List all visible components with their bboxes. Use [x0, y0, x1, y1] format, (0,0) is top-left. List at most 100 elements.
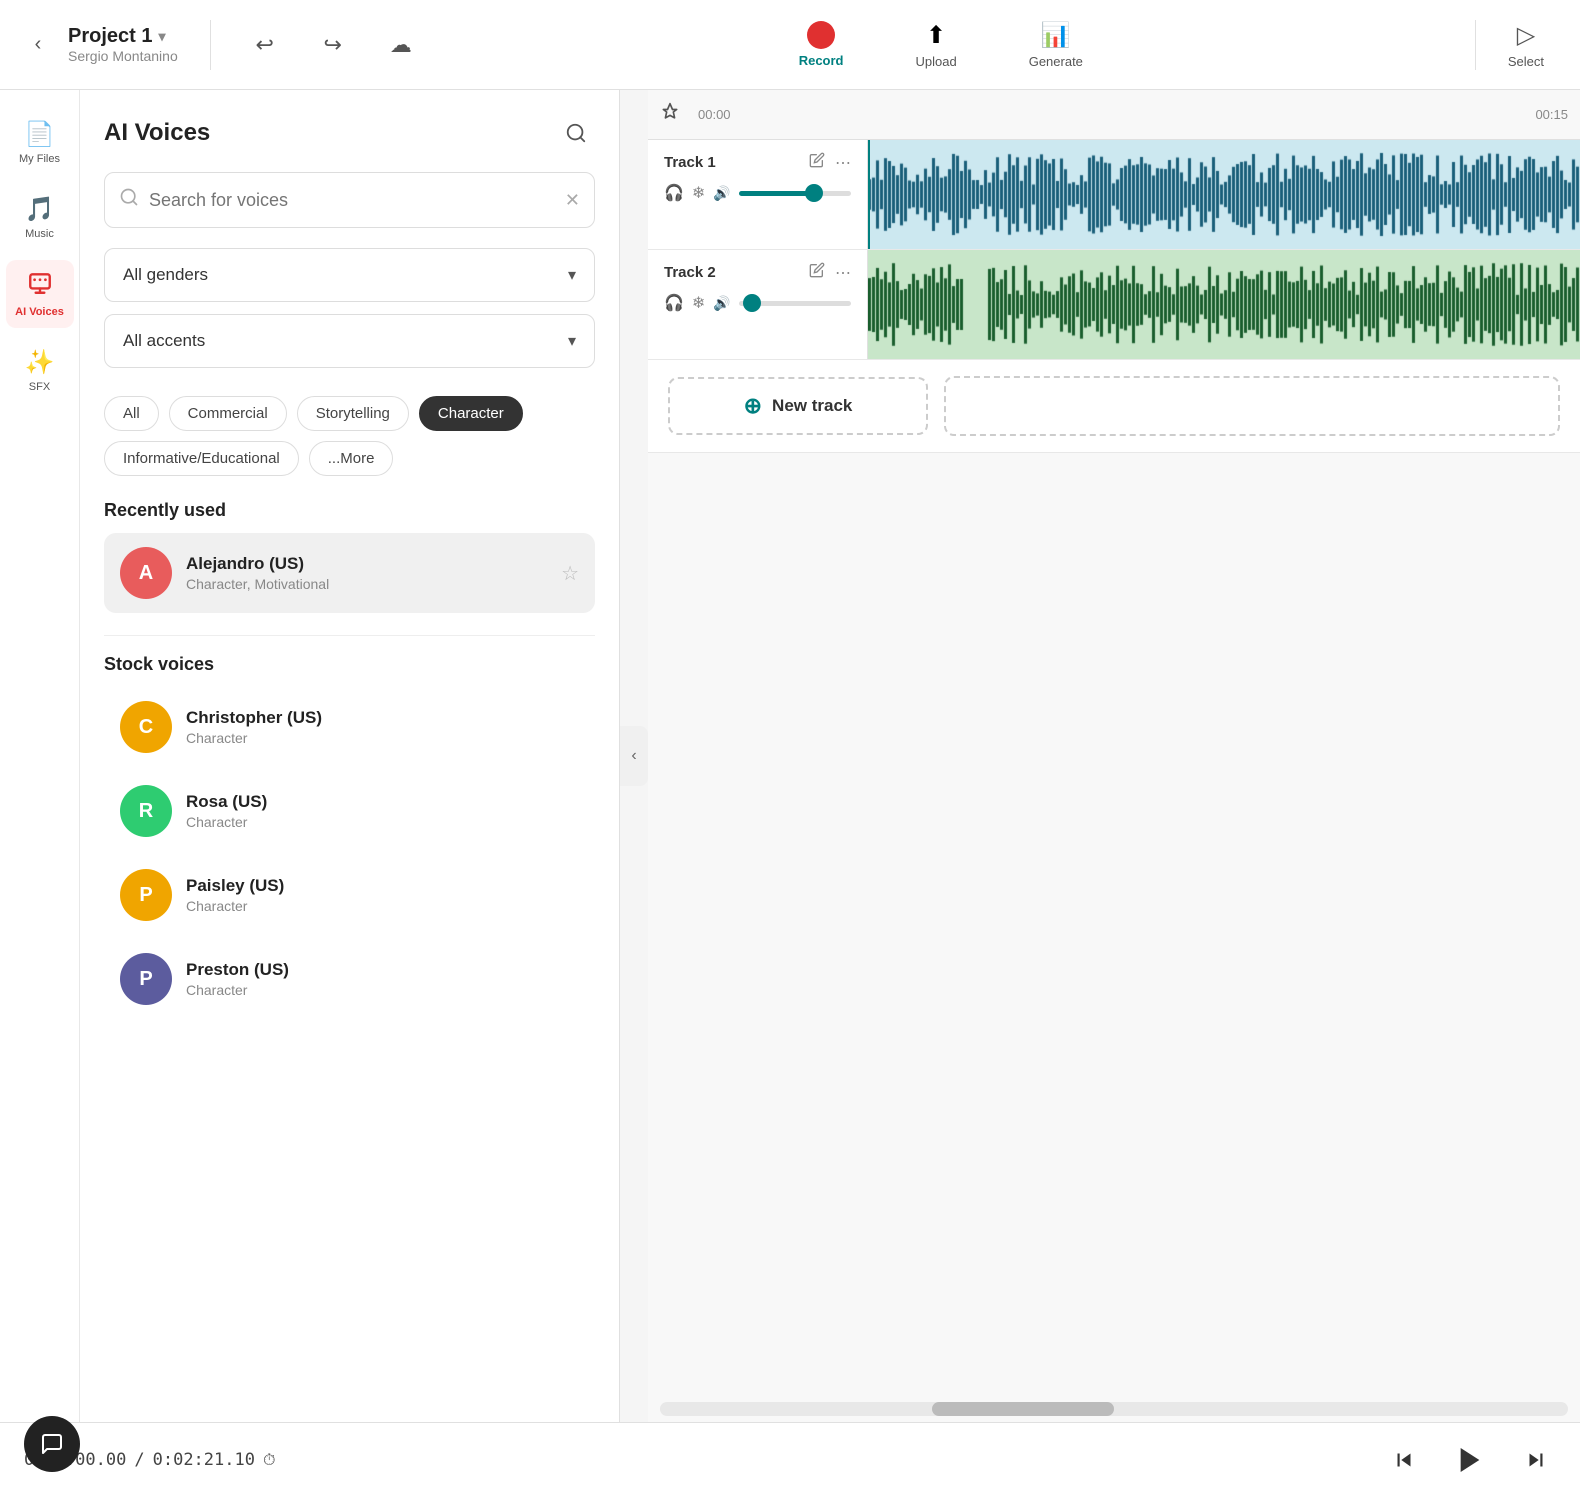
- voices-panel-title: AI Voices: [104, 119, 210, 147]
- ruler-mark-start: 00:00: [698, 107, 731, 122]
- track-1-volume-icon[interactable]: 🔊: [713, 185, 730, 202]
- music-label: Music: [25, 228, 54, 240]
- search-input[interactable]: [149, 190, 565, 211]
- skip-back-button[interactable]: [1384, 1440, 1424, 1480]
- track-1-volume-slider[interactable]: [739, 191, 851, 196]
- voices-search-toggle-button[interactable]: [557, 114, 595, 152]
- voice-avatar-rosa: R: [120, 785, 172, 837]
- tags-row-1: All Commercial Storytelling Character: [104, 396, 595, 431]
- sidebar-item-sfx[interactable]: ✨ SFX: [6, 338, 74, 403]
- total-time: 0:02:21.10: [153, 1450, 255, 1470]
- track-2-waveform: [868, 250, 1580, 359]
- track-1-more-icon[interactable]: ⋯: [835, 152, 851, 173]
- track-2-controls: Track 2 ⋯ 🎧: [648, 250, 868, 359]
- track-1-footer: 🎧 ❄ 🔊: [664, 183, 851, 203]
- voice-name-rosa: Rosa (US): [186, 792, 579, 812]
- track-row-1: Track 1 ⋯ 🎧: [648, 140, 1580, 250]
- icon-sidebar: 📄 My Files 🎵 Music AI Voices ✨ SFX: [0, 90, 80, 1422]
- track-1-volume-slider-wrap: [739, 191, 851, 196]
- track-2-more-icon[interactable]: ⋯: [835, 262, 851, 283]
- track-1-edit-icon[interactable]: [809, 152, 825, 173]
- play-button[interactable]: [1444, 1434, 1496, 1486]
- accent-filter-dropdown[interactable]: All accents ▾: [104, 314, 595, 368]
- panel-collapse-button[interactable]: ‹: [620, 726, 648, 786]
- playhead: [868, 140, 870, 249]
- track-2-volume-slider[interactable]: [739, 301, 851, 306]
- timeline-header: 00:00 00:15: [648, 90, 1580, 140]
- back-button[interactable]: ‹: [20, 27, 56, 63]
- record-icon: [807, 21, 835, 49]
- topbar-divider-2: [1475, 20, 1476, 70]
- pin-icon-button[interactable]: [660, 102, 680, 127]
- new-track-row: ⊕ New track: [648, 360, 1580, 453]
- gender-filter-dropdown[interactable]: All genders ▾: [104, 248, 595, 302]
- sidebar-item-ai-voices[interactable]: AI Voices: [6, 260, 74, 328]
- section-divider: [104, 635, 595, 636]
- timeline-ruler: 00:00 00:15: [688, 107, 1568, 122]
- tag-more[interactable]: ...More: [309, 441, 394, 476]
- tag-commercial[interactable]: Commercial: [169, 396, 287, 431]
- accent-chevron-icon: ▾: [568, 331, 576, 351]
- voice-item-alejandro[interactable]: A Alejandro (US) Character, Motivational…: [104, 533, 595, 613]
- timeline-scrollbar[interactable]: [660, 1402, 1568, 1416]
- tag-all[interactable]: All: [104, 396, 159, 431]
- track-2-edit-icon[interactable]: [809, 262, 825, 283]
- voice-tags-christopher: Character: [186, 730, 579, 746]
- project-title-text: Project 1: [68, 25, 152, 48]
- generate-icon: 📊: [1041, 21, 1071, 50]
- track-2-volume-icon[interactable]: 🔊: [713, 295, 730, 312]
- voice-item-paisley[interactable]: P Paisley (US) Character: [104, 855, 595, 935]
- nav-generate[interactable]: 📊 Generate: [1013, 13, 1099, 77]
- search-clear-icon[interactable]: ✕: [565, 190, 580, 211]
- sidebar-item-music[interactable]: 🎵 Music: [6, 185, 74, 250]
- track-1-canvas: [868, 140, 1580, 249]
- timeline-scrollbar-thumb[interactable]: [932, 1402, 1114, 1416]
- new-track-placeholder: [944, 376, 1560, 436]
- voice-item-christopher[interactable]: C Christopher (US) Character: [104, 687, 595, 767]
- topbar-center: Record ⬆ Upload 📊 Generate: [423, 13, 1459, 77]
- accent-filter-label: All accents: [123, 331, 205, 351]
- search-input-icon: [119, 187, 139, 213]
- playback-controls: [1384, 1434, 1556, 1486]
- favorite-alejandro-button[interactable]: ☆: [561, 561, 579, 586]
- track-1-waveform: [868, 140, 1580, 249]
- select-icon: ▷: [1517, 21, 1535, 50]
- skip-forward-button[interactable]: [1516, 1440, 1556, 1480]
- voice-item-rosa[interactable]: R Rosa (US) Character: [104, 771, 595, 851]
- new-track-button[interactable]: ⊕ New track: [668, 377, 928, 435]
- upload-label: Upload: [916, 54, 957, 69]
- tag-informative[interactable]: Informative/Educational: [104, 441, 299, 476]
- gender-filter-label: All genders: [123, 265, 208, 285]
- voice-info-paisley: Paisley (US) Character: [186, 876, 579, 914]
- tags-row-2: Informative/Educational ...More: [104, 441, 595, 476]
- new-track-plus-icon: ⊕: [744, 393, 762, 419]
- nav-select[interactable]: ▷ Select: [1492, 13, 1560, 77]
- voices-panel-header: AI Voices: [104, 114, 595, 152]
- cloud-save-button[interactable]: ☁: [379, 23, 423, 67]
- sfx-icon: ✨: [25, 348, 55, 377]
- project-info: Project 1 ▾ Sergio Montanino: [68, 25, 178, 64]
- stock-voices-title: Stock voices: [104, 654, 595, 675]
- track-2-snowflake-icon[interactable]: ❄: [692, 293, 705, 313]
- track-1-snowflake-icon[interactable]: ❄: [692, 183, 705, 203]
- track-1-controls: Track 1 ⋯ 🎧: [648, 140, 868, 249]
- track-1-header: Track 1 ⋯: [664, 152, 851, 173]
- voice-tags-paisley: Character: [186, 898, 579, 914]
- nav-record[interactable]: Record: [783, 13, 860, 76]
- generate-label: Generate: [1029, 54, 1083, 69]
- voice-avatar-christopher: C: [120, 701, 172, 753]
- main-content: 📄 My Files 🎵 Music AI Voices ✨ SFX AI Vo…: [0, 90, 1580, 1422]
- nav-upload[interactable]: ⬆ Upload: [900, 13, 973, 77]
- redo-button[interactable]: ↪: [311, 23, 355, 67]
- topbar-nav: Record ⬆ Upload 📊 Generate: [783, 13, 1099, 77]
- voice-item-preston[interactable]: P Preston (US) Character: [104, 939, 595, 1019]
- tag-character[interactable]: Character: [419, 396, 523, 431]
- sidebar-item-my-files[interactable]: 📄 My Files: [6, 110, 74, 175]
- track-1-headphone-icon[interactable]: 🎧: [664, 183, 684, 203]
- track-2-footer: 🎧 ❄ 🔊: [664, 293, 851, 313]
- undo-button[interactable]: ↩: [243, 23, 287, 67]
- tag-storytelling[interactable]: Storytelling: [297, 396, 409, 431]
- project-dropdown-icon[interactable]: ▾: [158, 28, 165, 45]
- chat-float-button[interactable]: [24, 1416, 80, 1472]
- track-2-headphone-icon[interactable]: 🎧: [664, 293, 684, 313]
